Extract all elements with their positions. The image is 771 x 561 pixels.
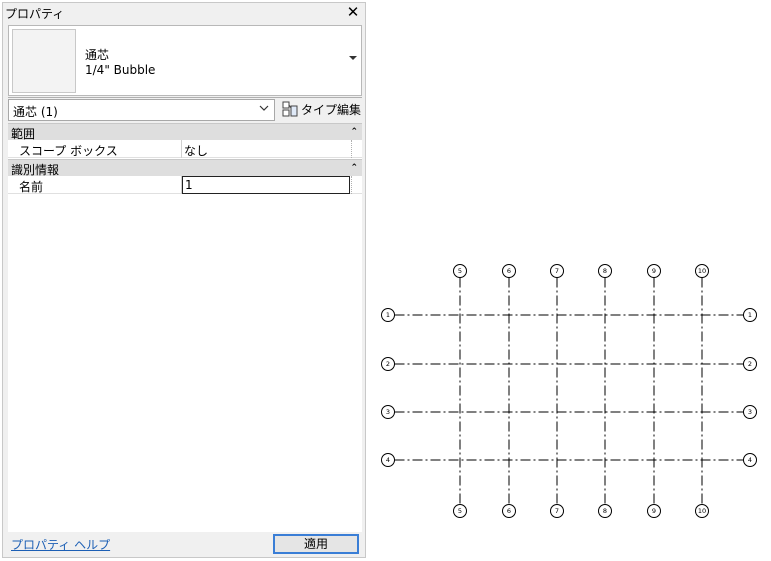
type-name-label: 1/4" Bubble bbox=[85, 63, 156, 77]
property-value[interactable]: なし bbox=[184, 142, 208, 159]
grid-bubble-left[interactable]: 1 bbox=[381, 308, 395, 322]
property-row-name[interactable]: 名前 1 bbox=[8, 176, 362, 194]
property-name: 名前 bbox=[19, 180, 44, 194]
grid-bubble-label: 3 bbox=[748, 408, 752, 416]
grid-bubble-label: 3 bbox=[386, 408, 390, 416]
type-family-label: 通芯 bbox=[85, 48, 110, 62]
edit-type-label: タイプ編集 bbox=[301, 103, 362, 117]
grid-bubble-bottom[interactable]: 7 bbox=[550, 504, 564, 518]
property-name: スコープ ボックス bbox=[19, 144, 118, 158]
grid-bubble-label: 2 bbox=[748, 360, 752, 368]
grid-bubble-label: 6 bbox=[507, 507, 511, 515]
properties-help-link[interactable]: プロパティ ヘルプ bbox=[11, 536, 110, 553]
grid-bubble-right[interactable]: 4 bbox=[743, 453, 757, 467]
palette-title: プロパティ bbox=[5, 7, 65, 21]
property-value: 1 bbox=[185, 178, 193, 192]
edit-type-button[interactable]: タイプ編集 bbox=[279, 98, 363, 120]
grid-bubble-label: 8 bbox=[603, 507, 607, 515]
grid-bubble-label: 1 bbox=[386, 311, 390, 319]
column-divider bbox=[181, 140, 182, 158]
grid-bubble-label: 2 bbox=[386, 360, 390, 368]
dropdown-arrow-icon[interactable] bbox=[349, 56, 357, 60]
grid-bubble-bottom[interactable]: 9 bbox=[647, 504, 661, 518]
palette-title-bar[interactable]: プロパティ ✕ bbox=[3, 3, 365, 23]
drawing-canvas[interactable]: 5 5 6 6 7 7 8 8 9 9 10 10 1 1 2 2 3 3 4 4 bbox=[370, 0, 771, 561]
grid-bubble-top[interactable]: 5 bbox=[453, 264, 467, 278]
grid-bubble-label: 1 bbox=[748, 311, 752, 319]
grid-bubble-bottom[interactable]: 6 bbox=[502, 504, 516, 518]
row-tail bbox=[351, 176, 362, 194]
grid-bubble-label: 7 bbox=[555, 507, 559, 515]
grid-bubble-left[interactable]: 4 bbox=[381, 453, 395, 467]
grid-bubble-left[interactable]: 2 bbox=[381, 357, 395, 371]
palette-footer: プロパティ ヘルプ 適用 bbox=[3, 533, 365, 557]
grid-bubble-left[interactable]: 3 bbox=[381, 405, 395, 419]
grid-bubble-label: 5 bbox=[458, 267, 462, 275]
grid-bubble-label: 5 bbox=[458, 507, 462, 515]
close-icon[interactable]: ✕ bbox=[345, 4, 361, 20]
grid-bubble-bottom[interactable]: 10 bbox=[695, 504, 709, 518]
edit-type-icon bbox=[282, 101, 298, 117]
grid-bubble-label: 6 bbox=[507, 267, 511, 275]
grid-bubble-right[interactable]: 3 bbox=[743, 405, 757, 419]
grid-bubble-label: 10 bbox=[698, 267, 706, 275]
group-header-identity-data[interactable]: 識別情報 ⌃ bbox=[8, 159, 362, 177]
properties-grid: 範囲 ⌃ スコープ ボックス なし 識別情報 ⌃ 名前 1 bbox=[8, 123, 362, 532]
grid-bubble-label: 4 bbox=[386, 456, 390, 464]
instance-filter-dropdown[interactable]: 通芯 (1) bbox=[8, 99, 275, 121]
grid-bubble-label: 9 bbox=[652, 507, 656, 515]
grid-bubble-top[interactable]: 7 bbox=[550, 264, 564, 278]
type-preview-image bbox=[12, 29, 76, 93]
grid-bubble-right[interactable]: 2 bbox=[743, 357, 757, 371]
type-selector[interactable]: 通芯 1/4" Bubble bbox=[8, 25, 362, 96]
property-row-scope-box[interactable]: スコープ ボックス なし bbox=[8, 140, 362, 158]
grid-bubble-top[interactable]: 8 bbox=[598, 264, 612, 278]
instance-filter-value: 通芯 (1) bbox=[13, 105, 58, 119]
grid-bubble-bottom[interactable]: 5 bbox=[453, 504, 467, 518]
grid-bubble-top[interactable]: 6 bbox=[502, 264, 516, 278]
collapse-icon[interactable]: ⌃ bbox=[350, 125, 358, 139]
grid-bubble-top[interactable]: 9 bbox=[647, 264, 661, 278]
grid-bubble-label: 10 bbox=[698, 507, 706, 515]
collapse-icon[interactable]: ⌃ bbox=[350, 161, 358, 175]
grid-bubble-label: 4 bbox=[748, 456, 752, 464]
apply-button[interactable]: 適用 bbox=[273, 534, 359, 554]
group-header-extents[interactable]: 範囲 ⌃ bbox=[8, 123, 362, 141]
grid-bubble-right[interactable]: 1 bbox=[743, 308, 757, 322]
chevron-down-icon bbox=[259, 105, 269, 111]
grid-bubble-label: 8 bbox=[603, 267, 607, 275]
grid-bubble-bottom[interactable]: 8 bbox=[598, 504, 612, 518]
grid-bubble-top[interactable]: 10 bbox=[695, 264, 709, 278]
grid-bubble-label: 9 bbox=[652, 267, 656, 275]
grid-bubble-label: 7 bbox=[555, 267, 559, 275]
name-value-field[interactable]: 1 bbox=[182, 176, 350, 194]
row-tail bbox=[351, 140, 362, 158]
properties-palette: プロパティ ✕ 通芯 1/4" Bubble 通芯 (1) タイプ編集 範囲 ⌃… bbox=[2, 2, 366, 558]
